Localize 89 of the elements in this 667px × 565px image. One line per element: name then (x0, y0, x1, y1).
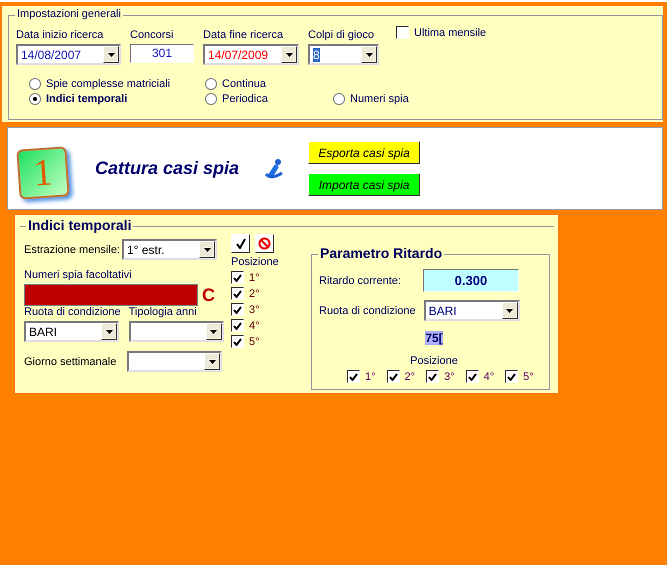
checkbox[interactable] (231, 271, 244, 284)
checkbox[interactable] (231, 287, 244, 300)
checkbox[interactable] (231, 303, 244, 316)
field-label: Posizione (410, 355, 458, 367)
check-icon (236, 238, 246, 249)
caret-icon (366, 52, 372, 56)
info-icon[interactable] (263, 158, 286, 180)
dropdown[interactable] (127, 351, 222, 372)
input-field[interactable]: 0.300 (422, 269, 519, 292)
selected-value: 8 (313, 48, 320, 62)
radio-button[interactable] (205, 93, 217, 105)
checkbox-label: 2° (404, 370, 416, 382)
deselect-all-button[interactable] (255, 234, 274, 253)
prohibited-icon (258, 237, 271, 250)
value-label: 75[ (425, 331, 443, 345)
dropdown-button[interactable] (101, 323, 117, 340)
checkbox-label: 1° (365, 370, 376, 382)
checkbox[interactable] (505, 370, 518, 383)
checkbox[interactable] (386, 370, 400, 383)
dropdown[interactable] (128, 321, 224, 342)
caret-icon (108, 52, 114, 56)
field-label: Tipologia anni (128, 306, 198, 318)
dropdown[interactable]: 14/08/2007 (16, 44, 121, 65)
radio-button[interactable] (29, 78, 41, 90)
dropdown[interactable]: BARI (424, 300, 520, 321)
caret-icon (286, 52, 292, 56)
radio-button[interactable] (205, 78, 217, 90)
radio-label: Periodica (222, 93, 268, 105)
field-label: Data inizio ricerca (16, 29, 104, 41)
checkbox-label: 3° (249, 304, 260, 316)
field-label: Giorno settimanale (24, 356, 118, 368)
radio-label: Spie complesse matriciali (46, 78, 170, 90)
field-label: Ritardo corrente: (319, 274, 401, 286)
group-title: Indici temporali (26, 217, 134, 233)
action-button[interactable]: Importa casi spia (308, 173, 420, 196)
radio-label: Numeri spia (350, 93, 409, 105)
checkbox-label: 3° (444, 370, 455, 382)
checkbox-label: 4° (484, 370, 494, 382)
dropdown-button[interactable] (199, 241, 215, 258)
field-label: Numeri spia facoltativi (24, 269, 133, 281)
dropdown-button[interactable] (281, 46, 297, 63)
input-field[interactable]: 301 (130, 44, 194, 63)
field-label: Ruota di condizione (24, 306, 121, 318)
dropdown-button[interactable] (204, 353, 220, 370)
banner-title: Cattura casi spia (95, 158, 240, 179)
group-title: Impostazioni generali (15, 8, 123, 20)
checkbox[interactable] (231, 335, 244, 348)
dropdown-button[interactable] (206, 323, 222, 340)
checkbox-label: 1° (249, 272, 260, 284)
checkbox[interactable] (347, 370, 360, 383)
field-label: Concorsi (130, 29, 174, 41)
caret-icon (506, 308, 514, 312)
action-button[interactable]: Esporta casi spia (308, 141, 420, 164)
select-all-button[interactable] (231, 234, 250, 253)
dropdown[interactable]: 1° estr. (122, 239, 217, 260)
checkbox-label: 2° (249, 288, 260, 300)
dropdown-button[interactable] (502, 302, 518, 319)
field-label: Estrazione mensile: (24, 244, 120, 256)
checkbox-label: 5° (249, 336, 260, 348)
caret-icon (208, 360, 216, 364)
checkbox[interactable] (466, 370, 479, 383)
group-title: Parametro Ritardo (318, 245, 444, 261)
caret-icon (204, 248, 210, 252)
checkbox[interactable] (231, 319, 244, 332)
radio-label: Indici temporali (46, 93, 128, 105)
caret-icon (210, 330, 218, 334)
dropdown-button[interactable] (361, 46, 377, 63)
step-badge: 1 (16, 146, 70, 200)
dropdown-button[interactable] (103, 46, 119, 63)
field-label: Data fine ricerca (203, 29, 284, 41)
field-label: Posizione (231, 256, 280, 268)
radio-button[interactable] (333, 93, 345, 105)
radio-button[interactable] (29, 93, 41, 105)
field-label: Ruota di condizione (319, 304, 416, 316)
selected-value: 14/07/2009 (208, 48, 268, 62)
checkbox-label: 4° (249, 320, 260, 332)
checkbox[interactable] (396, 26, 409, 39)
checkbox-label: Ultima mensile (414, 26, 486, 38)
input-field[interactable] (24, 284, 198, 306)
radio-label: Continua (222, 78, 266, 90)
caret-icon (106, 330, 112, 334)
dropdown[interactable]: 14/07/2009 (203, 44, 299, 65)
field-label: Colpi di gioco (308, 29, 376, 41)
selected-value: 14/08/2007 (21, 48, 82, 62)
clear-button[interactable]: C (202, 284, 215, 306)
dropdown[interactable]: 8 (308, 44, 379, 65)
checkbox[interactable] (426, 370, 440, 383)
checkbox-label: 5° (523, 370, 534, 382)
dropdown[interactable]: BARI (24, 321, 119, 342)
